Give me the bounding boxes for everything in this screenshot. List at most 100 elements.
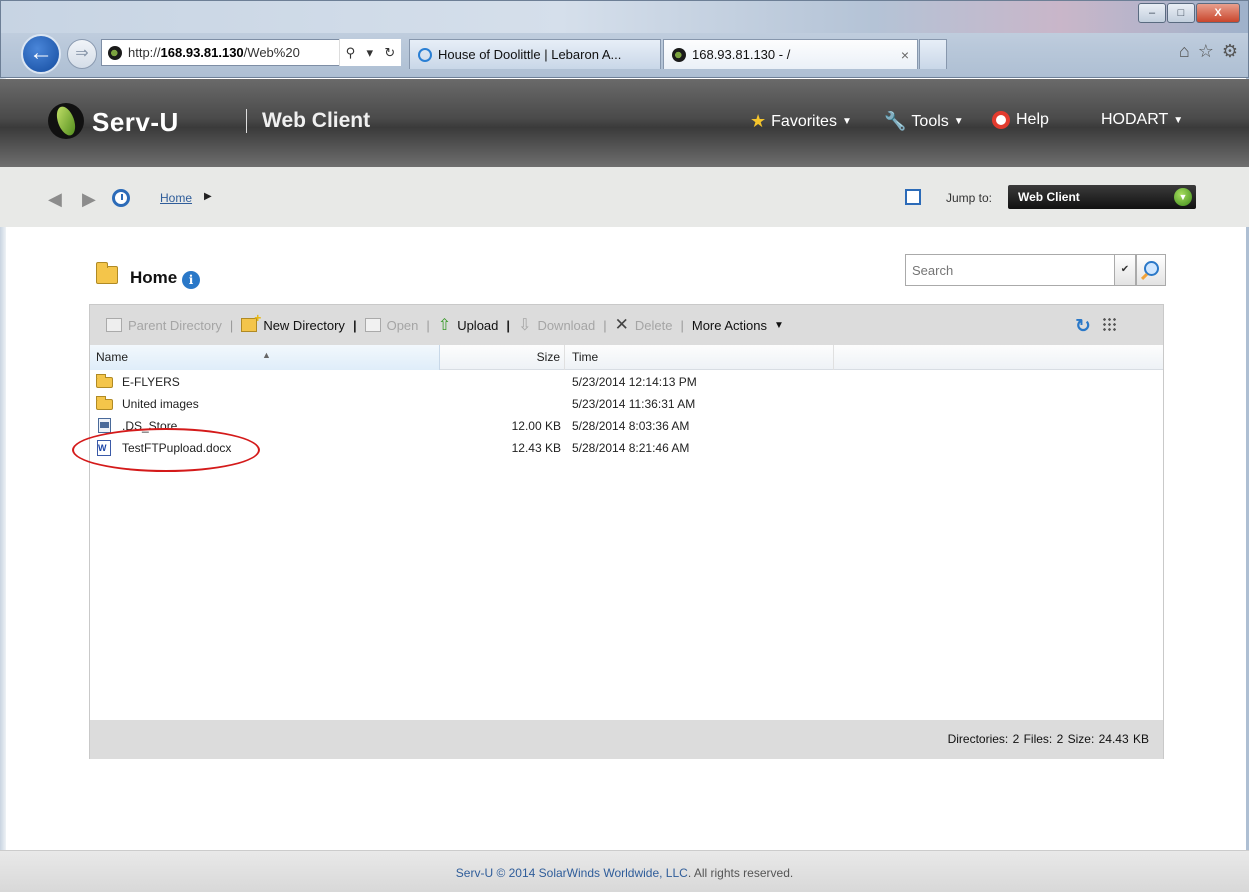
nav-back-icon[interactable]: ◀ [48,189,62,210]
column-name[interactable]: Name ▲ [90,345,440,370]
view-grid-icon[interactable] [1102,317,1118,333]
delete-label: Delete [634,317,673,333]
file-toolbar: Parent Directory | New Directory | Open … [90,305,1163,345]
serv-u-logo-icon [48,103,84,139]
tab-serv-u[interactable]: 168.93.81.130 - / × [663,39,918,69]
table-row[interactable]: United images 5/23/2014 11:36:31 AM [90,393,1163,415]
gear-icon[interactable]: ⚙ [1222,41,1238,62]
file-name: United images [122,397,199,411]
breadcrumb-arrow-icon[interactable]: ▶ [204,191,212,202]
jump-to-value: Web Client [1018,190,1080,204]
status-summary: Directories: 2 Files: 2 Size: 24.43 KB [947,732,1149,746]
open-button[interactable]: Open [364,317,419,333]
file-time: 5/23/2014 12:14:13 PM [572,375,697,389]
file-list: E-FLYERS 5/23/2014 12:14:13 PM United im… [90,371,1163,459]
dropdown-icon[interactable]: ▾ [367,45,374,61]
user-menu[interactable]: HODART ▼ [1101,111,1183,129]
footer-prefix: Serv-U © 2014 [455,866,539,880]
column-size-label: Size [536,350,560,364]
ie-icon [418,47,432,62]
page-title: Home [130,268,178,287]
search-options-chevron-icon[interactable]: ✔ [1114,254,1136,286]
parent-directory-icon [106,318,122,332]
file-time: 5/23/2014 11:36:31 AM [572,397,696,411]
table-row[interactable]: E-FLYERS 5/23/2014 12:14:13 PM [90,371,1163,393]
close-tab-icon[interactable]: × [901,47,909,63]
lifebuoy-icon [992,111,1010,129]
file-size: 12.43 KB [511,441,561,455]
file-name: E-FLYERS [122,375,180,389]
jump-to-label: Jump to: [946,191,993,205]
info-icon[interactable]: i [182,271,200,289]
refresh-icon[interactable]: ↻ [1075,315,1091,338]
parent-directory-label: Parent Directory [128,317,222,333]
navigation-bar: ◀ ▶ Home ▶ Jump to: Web Client ▼ [0,167,1249,227]
chevron-down-icon: ▼ [953,116,964,127]
table-row[interactable]: TestFTPupload.docx 12.43 KB 5/28/2014 8:… [90,437,1163,459]
footer-company-link[interactable]: SolarWinds Worldwide, LLC [539,866,688,880]
delete-button[interactable]: ✕ Delete [615,315,673,335]
logo-divider [246,109,247,133]
app-header: Serv-U Web Client ★ Favorites ▼ 🔧 Tools … [0,79,1249,167]
tab-label: House of Doolittle | Lebaron A... [438,47,622,62]
search-input[interactable] [905,254,1115,286]
refresh-icon[interactable]: ↻ [384,45,395,61]
status-bar: Directories: 2 Files: 2 Size: 24.43 KB [90,720,1163,759]
chevron-down-icon: ▼ [841,116,852,127]
site-favicon-icon [672,47,686,62]
close-button[interactable]: X [1196,3,1240,23]
search-button[interactable] [1136,254,1166,286]
column-size[interactable]: Size [440,345,565,370]
address-bar-actions: ⚲ ▾ ↻ [339,39,401,66]
toolbar-divider: | [680,317,684,333]
folder-icon [96,374,113,388]
column-header: Name ▲ Size Time [90,345,1163,370]
jump-to-select[interactable]: Web Client ▼ [1008,185,1196,209]
back-button[interactable]: ← [21,34,61,74]
new-directory-button[interactable]: New Directory [241,311,345,333]
new-tab-button[interactable] [919,39,947,69]
help-menu[interactable]: Help [992,111,1049,129]
more-actions-label: More Actions [691,317,768,333]
table-row[interactable]: .DS_Store 12.00 KB 5/28/2014 8:03:36 AM [90,415,1163,437]
minimize-button[interactable]: – [1138,3,1166,23]
upload-arrow-icon: ⇧ [437,317,452,334]
column-time[interactable]: Time [566,345,834,370]
forward-button[interactable]: ⇒ [67,39,97,69]
download-button[interactable]: ⇩ Download [518,315,595,335]
more-actions-menu[interactable]: More Actions ▼ [692,318,784,333]
search-icon[interactable]: ⚲ [346,45,356,61]
tab-label: 168.93.81.130 - / [692,47,791,62]
help-label: Help [1016,111,1049,128]
maximize-button[interactable]: □ [1167,3,1195,23]
upload-button[interactable]: ⇧ Upload [438,315,499,335]
chevron-down-icon: ▼ [1173,114,1184,126]
toolbar-divider: | [229,317,234,333]
tools-menu[interactable]: 🔧 Tools ▼ [884,111,964,132]
favorites-label: Favorites [771,112,837,130]
tools-icon: 🔧 [884,111,907,131]
external-link-icon[interactable] [905,189,921,205]
file-icon [98,418,111,433]
file-name: TestFTPupload.docx [122,441,232,455]
column-time-label: Time [572,350,599,364]
favorites-menu[interactable]: ★ Favorites ▼ [750,111,852,132]
open-label: Open [386,317,419,333]
history-icon[interactable] [112,189,130,207]
breadcrumb-home[interactable]: Home [160,191,192,205]
browser-toolbar-icons: ⌂ ☆ ⚙ [1179,41,1238,62]
logo-text: Serv-U [92,107,179,137]
site-favicon-icon [108,45,122,60]
delete-x-icon: ✕ [614,315,629,334]
chevron-down-icon[interactable]: ▼ [1174,188,1192,206]
download-label: Download [537,317,596,333]
file-size: 12.00 KB [511,419,561,433]
home-icon[interactable]: ⌂ [1179,41,1190,62]
folder-icon [96,396,113,410]
toolbar-divider: | [352,317,357,333]
parent-directory-button[interactable]: Parent Directory [106,318,222,333]
tab-house-of-doolittle[interactable]: House of Doolittle | Lebaron A... [409,39,661,69]
nav-forward-icon[interactable]: ▶ [82,189,96,210]
favorites-star-icon[interactable]: ☆ [1198,41,1214,62]
footer-suffix: . All rights reserved. [687,866,794,880]
